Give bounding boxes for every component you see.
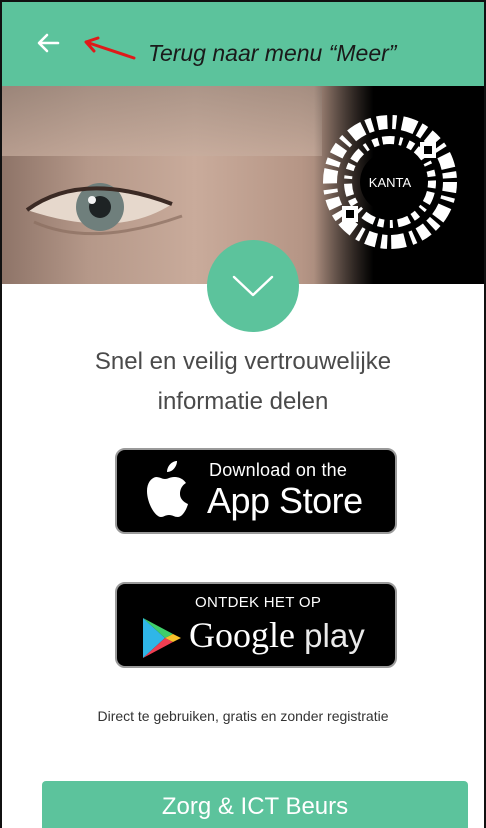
kanta-logo: KANTA bbox=[323, 115, 457, 249]
google-play-big-text: Google play bbox=[189, 614, 365, 656]
annotation-text: Terug naar menu “Meer” bbox=[148, 40, 397, 66]
app-store-button[interactable]: Download on the App Store bbox=[115, 448, 397, 534]
chevron-down-icon bbox=[232, 275, 274, 297]
back-arrow-icon[interactable] bbox=[32, 26, 66, 60]
registration-note: Direct te gebruiken, gratis en zonder re… bbox=[97, 708, 389, 724]
event-title: Zorg & ICT Beurs bbox=[161, 793, 349, 820]
tagline: Snel en veilig vertrouwelijke informatie… bbox=[2, 342, 484, 422]
app-store-big-text: App Store bbox=[207, 480, 363, 521]
tagline-line-2: informatie delen bbox=[157, 388, 329, 415]
play-word-text: play bbox=[294, 617, 365, 654]
top-bar: Terug naar menu “Meer” bbox=[2, 2, 484, 86]
google-play-small-text: ONTDEK HET OP bbox=[195, 594, 322, 611]
google-play-icon bbox=[143, 618, 181, 658]
app-store-small-text: Download on the bbox=[209, 460, 348, 480]
google-play-button[interactable]: ONTDEK HET OP Google play bbox=[115, 582, 397, 668]
event-button[interactable]: Zorg & ICT Beurs bbox=[42, 781, 468, 828]
scroll-down-button[interactable] bbox=[207, 240, 299, 332]
tagline-line-1: Snel en veilig vertrouwelijke bbox=[94, 348, 392, 375]
google-brand-text: Google bbox=[189, 615, 295, 655]
app-screen: Terug naar menu “Meer” KANTA Snel en vei… bbox=[0, 0, 486, 828]
kanta-logo-text: KANTA bbox=[369, 175, 412, 190]
hero-brow bbox=[2, 86, 322, 156]
eye-image bbox=[25, 183, 183, 236]
apple-icon bbox=[147, 461, 188, 517]
annotation-arrow-icon bbox=[84, 36, 136, 60]
